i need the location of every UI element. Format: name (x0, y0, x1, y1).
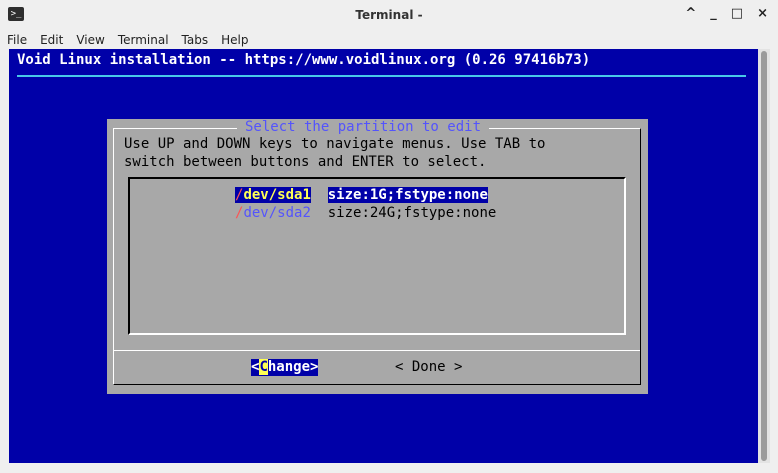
terminal-screen[interactable]: Void Linux installation -- https://www.v… (9, 49, 758, 463)
title-bar[interactable]: >_ Terminal - ^ _ □ × (0, 0, 778, 31)
header-rule (17, 75, 746, 77)
terminal-scrollbar[interactable] (758, 49, 770, 463)
menu-tabs[interactable]: Tabs (175, 30, 215, 47)
menu-view[interactable]: View (69, 30, 110, 47)
menu-file[interactable]: File (0, 30, 33, 47)
window-menu-icon[interactable]: ^ (685, 6, 696, 21)
dialog-help-text: Use UP and DOWN keys to navigate menus. … (124, 135, 545, 171)
close-icon[interactable]: × (757, 6, 768, 21)
help-line-1: Use UP and DOWN keys to navigate menus. … (124, 136, 546, 152)
menu-terminal[interactable]: Terminal (111, 30, 175, 47)
partition-item-sda2[interactable]: /dev/sda2 size:24G;fstype:none (235, 205, 496, 222)
partition-info: size:24G;fstype:none (327, 205, 497, 221)
menu-bar: File Edit View Terminal Tabs Help (0, 30, 778, 49)
button-separator (113, 350, 640, 351)
terminal-window: >_ Terminal - ^ _ □ × File Edit View Termin… (0, 0, 778, 473)
help-line-2: switch between buttons and ENTER to sele… (124, 154, 487, 170)
maximize-icon[interactable]: □ (731, 6, 743, 21)
done-button[interactable]: < Done > (395, 359, 462, 376)
partition-list[interactable]: /dev/sda1 size:1G;fstype:none /dev/sda2 … (128, 177, 626, 335)
change-button[interactable]: <Change> (251, 359, 319, 376)
scrollbar-thumb[interactable] (761, 51, 767, 461)
partition-dialog: Select the partition to edit Use UP and … (107, 119, 648, 394)
window-title: Terminal - (355, 8, 423, 22)
installer-header: Void Linux installation -- https://www.v… (17, 52, 591, 68)
device-name: dev/sda1 (243, 187, 311, 203)
partition-item-sda1[interactable]: /dev/sda1 size:1G;fstype:none (235, 187, 488, 204)
minimize-icon[interactable]: _ (710, 6, 717, 21)
partition-info: size:1G;fstype:none (327, 187, 488, 203)
change-hotkey: C (259, 359, 268, 375)
menu-edit[interactable]: Edit (33, 30, 69, 47)
menu-help[interactable]: Help (214, 30, 254, 47)
dialog-title: Select the partition to edit (237, 119, 490, 135)
device-name: dev/sda2 (243, 205, 311, 221)
